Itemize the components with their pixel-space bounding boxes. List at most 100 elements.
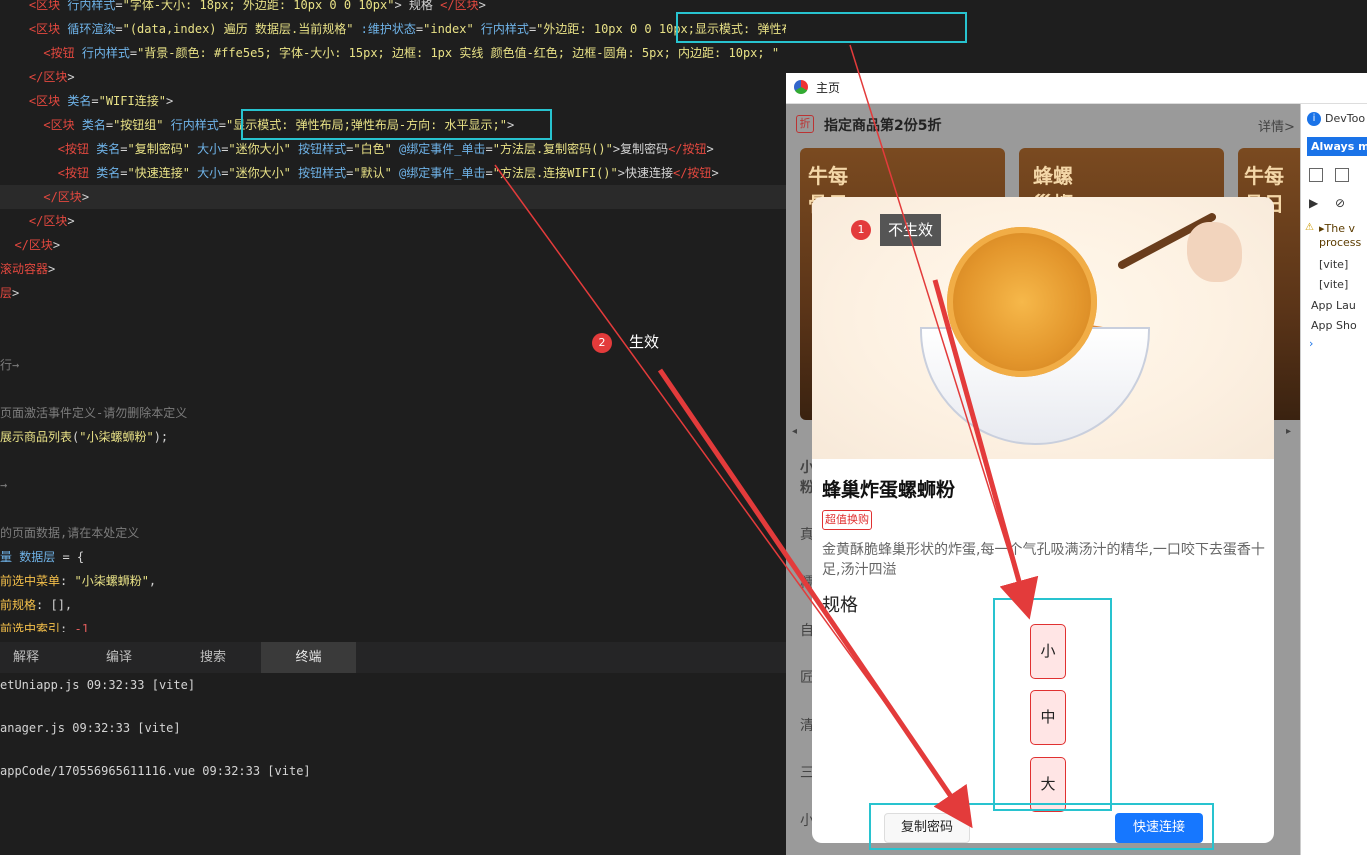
code-token: "快速连接" bbox=[127, 166, 190, 180]
code-line[interactable]: </区块> bbox=[0, 233, 60, 257]
console-line: [vite] bbox=[1319, 278, 1349, 291]
code-token: 前选中索引 bbox=[0, 622, 61, 632]
app-logo-icon bbox=[794, 80, 808, 94]
code-token: "WIFI连接" bbox=[98, 94, 166, 108]
code-token: = bbox=[120, 166, 128, 180]
code-token: <区块 bbox=[28, 0, 61, 12]
code-token: 行内样式 bbox=[60, 0, 116, 12]
code-line[interactable]: 层> bbox=[0, 281, 19, 305]
code-token: <区块 bbox=[28, 22, 61, 36]
code-line[interactable]: </区块> bbox=[0, 65, 75, 89]
code-line[interactable]: 行→ bbox=[0, 353, 19, 377]
devtools-tab[interactable]: DevToo bbox=[1325, 112, 1365, 125]
code-token: 行内样式 bbox=[74, 46, 130, 60]
scroll-right-icon[interactable]: ▸ bbox=[1286, 426, 1291, 437]
code-line[interactable]: 页面激活事件定义-请勿删除本定义 bbox=[0, 401, 187, 425]
product-description: 金黄酥脆蜂巢形状的炸蛋,每一个气孔吸满汤汁的精华,一口咬下去蛋香十足,汤汁四溢 bbox=[822, 542, 1265, 578]
code-token: > bbox=[52, 238, 61, 252]
code-token: > 规格 bbox=[394, 0, 441, 12]
code-token: > bbox=[81, 190, 90, 204]
annotation-note-1: 不生效 bbox=[880, 214, 942, 246]
code-token: "复制密码" bbox=[127, 142, 190, 156]
info-icon: i bbox=[1307, 112, 1321, 126]
code-token: 层 bbox=[0, 286, 13, 300]
code-line[interactable]: <区块 类名="WIFI连接"> bbox=[0, 89, 173, 113]
warning-icon: ⚠ bbox=[1305, 222, 1314, 233]
code-line[interactable]: 量 数据层 = { bbox=[0, 545, 84, 569]
code-token: = bbox=[485, 142, 493, 156]
code-token: 循环渲染 bbox=[60, 22, 116, 36]
code-line[interactable]: 前规格: [], bbox=[0, 593, 72, 617]
code-line[interactable]: </区块> bbox=[0, 185, 786, 209]
sidebar-toggle-icon[interactable]: ▶ bbox=[1309, 196, 1318, 210]
code-token: "index" bbox=[423, 22, 474, 36]
code-token: = bbox=[115, 22, 123, 36]
code-token: "字体-大小: 18px; 外边距: 10px 0 0 10px" bbox=[122, 0, 395, 12]
code-token: "迷你大小" bbox=[228, 142, 291, 156]
inspect-icon[interactable] bbox=[1309, 168, 1323, 182]
code-token: = bbox=[115, 0, 123, 12]
console-line: ▸The v bbox=[1319, 222, 1355, 235]
tab-compile[interactable]: 编译 bbox=[88, 642, 150, 673]
code-token: <区块 bbox=[28, 94, 61, 108]
code-token: : [], bbox=[36, 598, 73, 612]
code-token: 大小 bbox=[189, 166, 222, 180]
code-token: >快速连接 bbox=[617, 166, 673, 180]
code-token: = bbox=[91, 94, 99, 108]
code-token: > bbox=[48, 262, 56, 276]
code-editor[interactable]: <区块 行内样式="字体-大小: 18px; 外边距: 10px 0 0 10p… bbox=[0, 0, 786, 632]
annotation-note-2: 生效 bbox=[621, 326, 687, 358]
code-line[interactable]: 展示商品列表("小柒螺蛳粉"); bbox=[0, 425, 168, 449]
tab-search[interactable]: 搜索 bbox=[180, 642, 246, 673]
code-line[interactable]: 滚动容器> bbox=[0, 257, 55, 281]
code-line[interactable]: 的页面数据,请在本处定义 bbox=[0, 521, 139, 545]
promo-badge-icon: 折 bbox=[796, 115, 814, 133]
code-line[interactable]: <按钮 类名="快速连接" 大小="迷你大小" 按钮样式="默认" @绑定事件_… bbox=[0, 161, 719, 185]
clear-console-icon[interactable]: ⊘ bbox=[1335, 196, 1345, 210]
highlight-box-flex-loop bbox=[676, 12, 967, 43]
code-token: = bbox=[218, 118, 226, 132]
code-token: > bbox=[165, 94, 174, 108]
device-toggle-icon[interactable] bbox=[1335, 168, 1349, 182]
detail-link[interactable]: 详情> bbox=[1258, 116, 1295, 135]
console-prompt-icon[interactable]: › bbox=[1309, 337, 1313, 350]
code-token: > bbox=[478, 0, 486, 12]
code-token: :维护状态 bbox=[353, 22, 416, 36]
terminal-line: anager.js 09:32:33 [vite] bbox=[0, 721, 181, 735]
terminal-line: etUniapp.js 09:32:33 [vite] bbox=[0, 678, 196, 692]
code-token: "迷你大小" bbox=[228, 166, 291, 180]
scroll-left-icon[interactable]: ◂ bbox=[792, 426, 797, 437]
code-token: 类名 bbox=[89, 142, 121, 156]
code-token: ); bbox=[153, 430, 169, 444]
code-token: 类名 bbox=[60, 94, 92, 108]
devtools-panel: i DevToo Always ma ▶ ⊘ ⚠ ▸The v process … bbox=[1300, 104, 1367, 855]
tab-explain[interactable]: 解释 bbox=[0, 642, 52, 673]
code-line[interactable]: <区块 行内样式="字体-大小: 18px; 外边距: 10px 0 0 10p… bbox=[0, 0, 486, 17]
code-token: = { bbox=[55, 550, 85, 564]
code-token: 的页面数据,请在本处定义 bbox=[0, 526, 140, 540]
code-line[interactable]: → bbox=[0, 473, 7, 497]
code-token: 滚动容器 bbox=[0, 262, 49, 276]
code-line[interactable]: 前选中菜单: "小柒螺蛳粉", bbox=[0, 569, 156, 593]
code-token: 按钮样式 bbox=[290, 166, 347, 180]
code-line[interactable]: 前选中索引: -1 bbox=[0, 617, 89, 632]
always-match-button[interactable]: Always ma bbox=[1307, 137, 1367, 156]
code-token: </区块 bbox=[28, 70, 68, 84]
code-line[interactable]: <按钮 类名="复制密码" 大小="迷你大小" 按钮样式="白色" @绑定事件_… bbox=[0, 137, 714, 161]
code-line[interactable]: </区块> bbox=[0, 209, 75, 233]
code-token: 展示商品列表 bbox=[0, 430, 73, 444]
code-token: = bbox=[105, 118, 114, 132]
code-line[interactable]: <按钮 行内样式="背景-颜色: #ffe5e5; 字体-大小: 15px; 边… bbox=[0, 41, 786, 65]
code-line[interactable]: <区块 循环渲染="(data,index) 遍历 数据层.当前规格" :维护状… bbox=[0, 17, 786, 41]
console-line: process bbox=[1319, 236, 1362, 249]
tab-terminal[interactable]: 终端 bbox=[261, 642, 356, 673]
code-token: <区块 bbox=[43, 118, 75, 132]
code-token: 前规格 bbox=[0, 598, 37, 612]
highlight-box-flex-group bbox=[241, 109, 552, 140]
annotation-badge-2: 2 bbox=[592, 333, 612, 353]
